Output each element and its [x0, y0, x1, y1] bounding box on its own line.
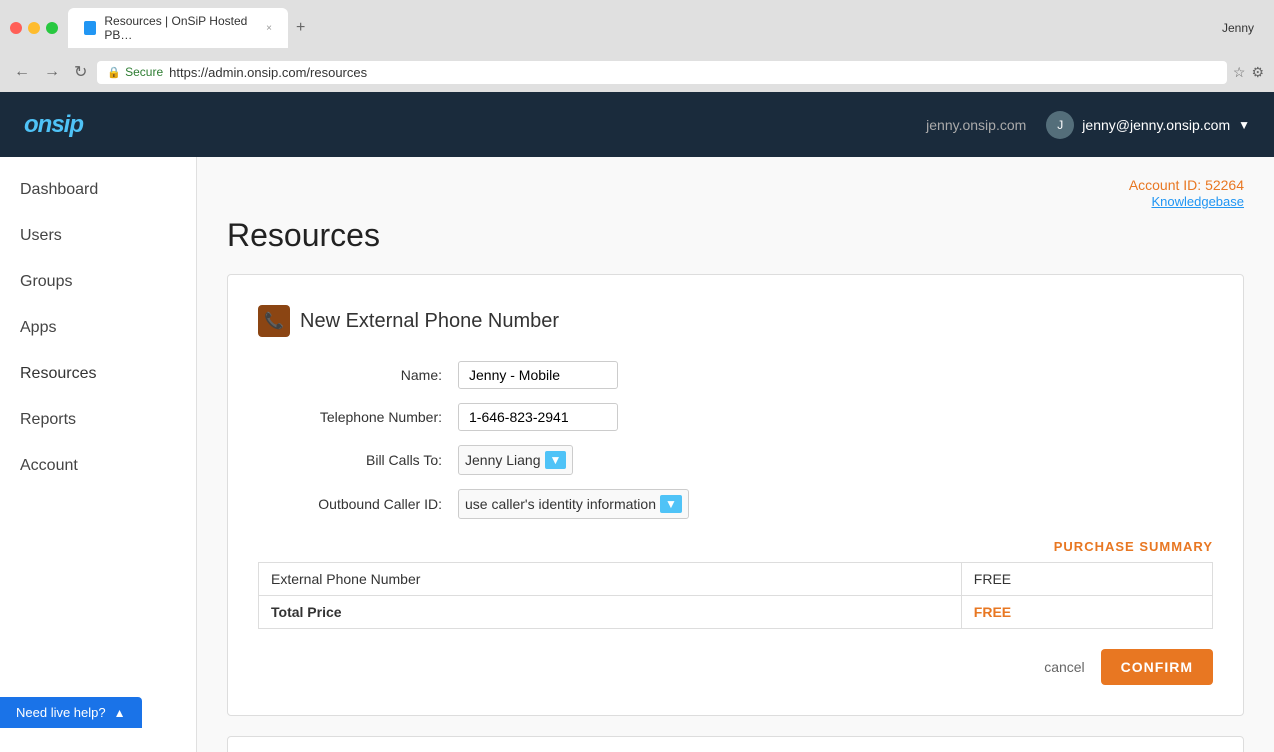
sidebar-item-apps[interactable]: Apps: [0, 305, 196, 351]
phone-icon-symbol: 📞: [264, 311, 284, 331]
telephone-label: Telephone Number:: [258, 409, 458, 425]
browser-title-bar: Resources | OnSiP Hosted PB… × + Jenny: [10, 8, 1264, 48]
header-right: jenny.onsip.com J jenny@jenny.onsip.com …: [926, 111, 1250, 139]
name-label: Name:: [258, 367, 458, 383]
logo-text: onsip: [24, 111, 83, 138]
item-price: FREE: [961, 563, 1212, 596]
phone-icon: 📞: [258, 305, 290, 337]
sidebar-item-account[interactable]: Account: [0, 443, 196, 489]
name-row: Name:: [258, 361, 1213, 389]
tab-title: Resources | OnSiP Hosted PB…: [104, 14, 258, 42]
sidebar-item-users[interactable]: Users: [0, 213, 196, 259]
total-label: Total Price: [259, 596, 962, 629]
close-dot[interactable]: [10, 22, 22, 34]
extensions-icon[interactable]: ⚙: [1251, 64, 1264, 81]
browser-toolbar: ← → ↻ 🔒 Secure https://admin.onsip.com/r…: [10, 54, 1264, 92]
name-input[interactable]: [458, 361, 618, 389]
browser-tab[interactable]: Resources | OnSiP Hosted PB… ×: [68, 8, 288, 48]
live-help-button[interactable]: Need live help? ▲: [0, 697, 142, 728]
browser-chrome: Resources | OnSiP Hosted PB… × + Jenny ←…: [0, 0, 1274, 92]
avatar: J: [1046, 111, 1074, 139]
back-button[interactable]: ←: [10, 59, 34, 85]
user-menu[interactable]: J jenny@jenny.onsip.com ▼: [1046, 111, 1250, 139]
summary-table: External Phone Number FREE Total Price F…: [258, 562, 1213, 629]
user-email: jenny@jenny.onsip.com: [1082, 117, 1230, 133]
cancel-button[interactable]: cancel: [1044, 659, 1084, 675]
browser-user-label: Jenny: [1222, 21, 1264, 35]
section-title: New External Phone Number: [300, 310, 559, 333]
telephone-input[interactable]: [458, 403, 618, 431]
sidebar-item-groups[interactable]: Groups: [0, 259, 196, 305]
secure-label: Secure: [125, 65, 163, 79]
account-id: Account ID: 52264: [227, 177, 1244, 193]
main-content: Account ID: 52264 Knowledgebase Resource…: [197, 157, 1274, 752]
outbound-caller-value: use caller's identity information: [465, 496, 656, 512]
action-row: cancel CONFIRM: [258, 649, 1213, 685]
bill-calls-select[interactable]: Jenny Liang ▼: [458, 445, 573, 475]
lock-icon: 🔒: [107, 66, 121, 79]
address-bar[interactable]: 🔒 Secure https://admin.onsip.com/resourc…: [97, 61, 1226, 84]
outbound-caller-row: Outbound Caller ID: use caller's identit…: [258, 489, 1213, 519]
info-section: Telephone Number: The telephone number t…: [227, 736, 1244, 752]
telephone-row: Telephone Number:: [258, 403, 1213, 431]
minimize-dot[interactable]: [28, 22, 40, 34]
outbound-caller-select[interactable]: use caller's identity information ▼: [458, 489, 689, 519]
bill-calls-arrow[interactable]: ▼: [545, 451, 567, 469]
total-price: FREE: [961, 596, 1212, 629]
form-card: 📞 New External Phone Number Name: Teleph…: [227, 274, 1244, 716]
app-body: Dashboard Users Groups Apps Resources Re…: [0, 157, 1274, 752]
browser-dots: [10, 22, 58, 34]
bookmark-icon[interactable]: ☆: [1233, 64, 1246, 81]
sidebar: Dashboard Users Groups Apps Resources Re…: [0, 157, 197, 752]
forward-button[interactable]: →: [40, 59, 64, 85]
tab-close-button[interactable]: ×: [266, 23, 272, 34]
live-help-label: Need live help?: [16, 705, 106, 720]
bill-calls-value: Jenny Liang: [465, 452, 541, 468]
account-info: Account ID: 52264 Knowledgebase: [227, 177, 1244, 209]
knowledgebase-link[interactable]: Knowledgebase: [1151, 194, 1244, 209]
confirm-button[interactable]: CONFIRM: [1101, 649, 1213, 685]
secure-badge: 🔒 Secure: [107, 65, 163, 79]
maximize-dot[interactable]: [46, 22, 58, 34]
outbound-caller-label: Outbound Caller ID:: [258, 496, 458, 512]
new-tab-button[interactable]: +: [288, 19, 313, 37]
item-label: External Phone Number: [259, 563, 962, 596]
purchase-summary: PURCHASE SUMMARY External Phone Number F…: [258, 539, 1213, 629]
tab-favicon: [84, 21, 96, 35]
logo: onsip: [24, 111, 83, 139]
bill-calls-label: Bill Calls To:: [258, 452, 458, 468]
section-header: 📞 New External Phone Number: [258, 305, 1213, 337]
toolbar-actions: ☆ ⚙: [1233, 64, 1264, 81]
account-domain: jenny.onsip.com: [926, 117, 1026, 133]
url-text[interactable]: https://admin.onsip.com/resources: [169, 65, 1217, 80]
app-header: onsip jenny.onsip.com J jenny@jenny.onsi…: [0, 92, 1274, 157]
purchase-summary-title: PURCHASE SUMMARY: [258, 539, 1213, 554]
outbound-caller-arrow[interactable]: ▼: [660, 495, 682, 513]
page-title: Resources: [227, 217, 1244, 254]
sidebar-item-reports[interactable]: Reports: [0, 397, 196, 443]
table-row: Total Price FREE: [259, 596, 1213, 629]
sidebar-item-resources[interactable]: Resources: [0, 351, 196, 397]
chevron-down-icon: ▼: [1238, 118, 1250, 132]
bill-calls-row: Bill Calls To: Jenny Liang ▼: [258, 445, 1213, 475]
sidebar-item-dashboard[interactable]: Dashboard: [0, 167, 196, 213]
app: onsip jenny.onsip.com J jenny@jenny.onsi…: [0, 92, 1274, 752]
live-help-chevron-icon: ▲: [114, 706, 126, 720]
refresh-button[interactable]: ↻: [70, 58, 91, 86]
table-row: External Phone Number FREE: [259, 563, 1213, 596]
